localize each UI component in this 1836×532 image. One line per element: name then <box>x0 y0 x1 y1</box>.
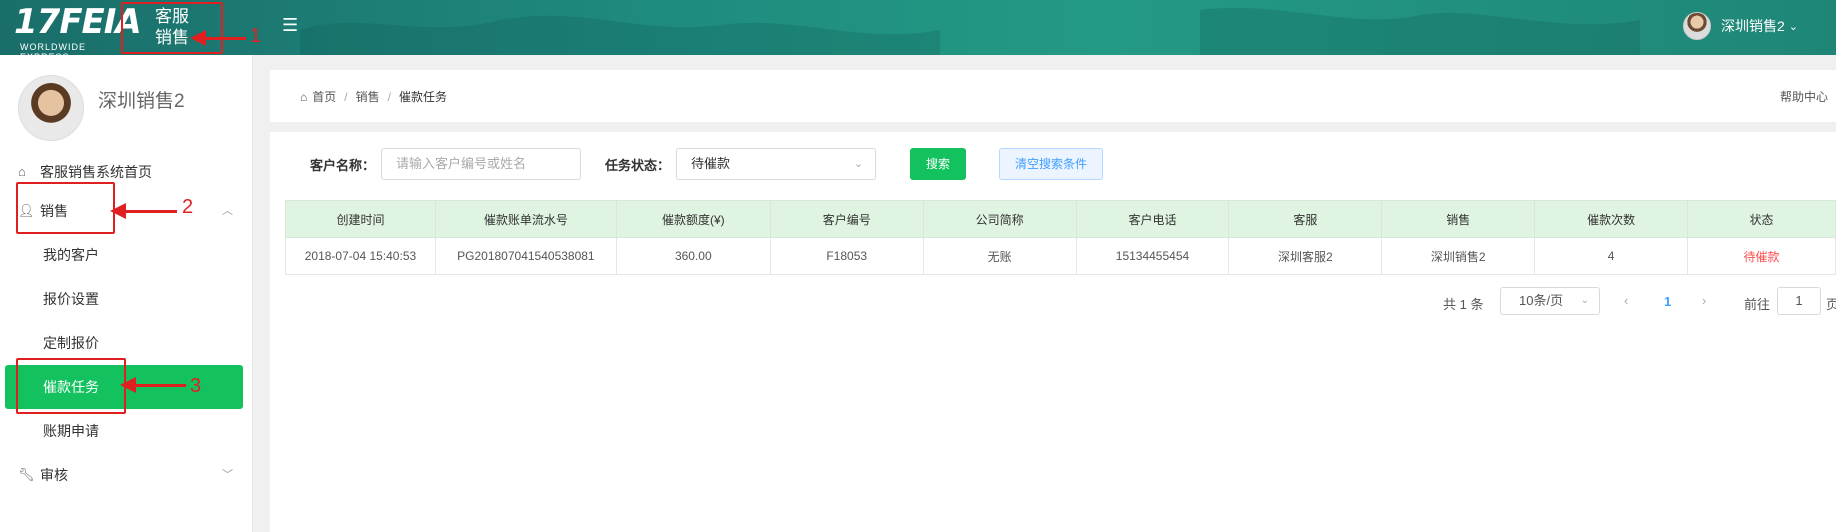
search-button[interactable]: 搜索 <box>910 148 967 180</box>
filter-bar: 客户名称： 请输入客户编号或姓名 任务状态： 待催款 ⌄ 搜索 清空搜索条件 <box>310 148 1104 180</box>
column-header: 公司简称 <box>922 200 1077 238</box>
annotation-number-1: 1 <box>250 25 262 47</box>
table-header-row: 创建时间 催款账单流水号 催款额度(¥) 客户编号 公司简称 客户电话 客服 销… <box>285 200 1836 238</box>
collection-task-table: 创建时间 催款账单流水号 催款额度(¥) 客户编号 公司简称 客户电话 客服 销… <box>285 200 1836 275</box>
breadcrumb-separator: / <box>344 89 348 104</box>
chevron-right-icon[interactable]: › <box>1702 293 1706 308</box>
table-cell: 2018-07-04 15:40:53 <box>285 237 436 275</box>
sidebar-item-credit-application[interactable]: 账期申请 <box>0 409 253 453</box>
user-name: 深圳销售2 <box>1720 18 1785 34</box>
avatar <box>1682 12 1711 40</box>
annotation-number-2: 2 <box>182 196 194 218</box>
help-center-link[interactable]: 帮助中心 <box>1780 88 1828 105</box>
clear-filters-button[interactable]: 清空搜索条件 <box>999 148 1104 180</box>
user-menu[interactable]: 深圳销售2 ⌄ <box>1682 12 1798 40</box>
table-cell: 深圳客服2 <box>1228 237 1383 275</box>
task-status-label: 任务状态： <box>605 157 671 173</box>
annotation-box-2 <box>16 182 115 234</box>
column-header: 状态 <box>1687 200 1836 238</box>
table-cell: 4 <box>1534 237 1689 275</box>
sidebar-item-label: 账期申请 <box>43 423 99 439</box>
hamburger-icon[interactable]: ☰ <box>282 15 298 36</box>
column-header: 客服 <box>1228 200 1383 238</box>
table-cell: 360.00 <box>615 237 771 275</box>
breadcrumb-section[interactable]: 销售 <box>356 88 380 105</box>
home-icon: ⌂ <box>300 89 308 104</box>
breadcrumb-home[interactable]: 首页 <box>312 88 336 105</box>
table-cell: 深圳销售2 <box>1381 237 1536 275</box>
chevron-up-icon: ︿ <box>222 205 233 217</box>
profile: 深圳销售2 <box>18 75 185 141</box>
page-size-value: 10条/页 <box>1519 293 1564 308</box>
annotation-arrow-2 <box>110 203 177 219</box>
sidebar-item-quote-settings[interactable]: 报价设置 <box>0 277 253 321</box>
column-header: 创建时间 <box>285 200 436 238</box>
avatar <box>18 75 84 141</box>
chevron-down-icon: ⌄ <box>853 158 864 170</box>
logo-subtext: WORLDWIDE EXPRESS <box>20 42 86 55</box>
sidebar-item-review[interactable]: 🔧︎ 审核 ﹀ <box>0 453 253 497</box>
sidebar-item-label: 报价设置 <box>43 291 99 307</box>
goto-label: 前往 <box>1744 297 1771 312</box>
main-content: 客户名称： 请输入客户编号或姓名 任务状态： 待催款 ⌄ 搜索 清空搜索条件 创… <box>270 132 1836 532</box>
task-status-value: 待催款 <box>691 156 731 171</box>
customer-search-input[interactable]: 请输入客户编号或姓名 <box>381 148 582 180</box>
world-map-background <box>300 7 1640 55</box>
sidebar-item-label: 定制报价 <box>43 335 99 351</box>
company-logo[interactable]: 17FEIA WORLDWIDE EXPRESS <box>8 2 142 55</box>
top-bar: 17FEIA WORLDWIDE EXPRESS 客服 销售 ☰ 深圳销售2 ⌄ <box>0 0 1836 55</box>
goto-page-input[interactable]: 1 <box>1777 287 1821 315</box>
breadcrumb-separator: / <box>387 89 391 104</box>
chevron-down-icon: ⌄ <box>1580 295 1589 306</box>
breadcrumb-current: 催款任务 <box>398 90 447 104</box>
pagination: 共 1 条 10条/页 ⌄ ‹ 1 › 前往 1 页 <box>270 287 1836 317</box>
column-header: 催款账单流水号 <box>434 200 617 238</box>
column-header: 客户电话 <box>1075 200 1230 238</box>
table-cell: 无账 <box>922 237 1077 275</box>
table-cell: 15134455454 <box>1075 237 1230 275</box>
column-header: 催款次数 <box>1534 200 1689 238</box>
table-cell: F18053 <box>769 237 924 275</box>
breadcrumb-bar: ⌂ 首页 / 销售 / 催款任务 帮助中心 <box>270 70 1836 122</box>
page-size-select[interactable]: 10条/页 ⌄ <box>1500 287 1600 315</box>
sidebar-item-label: 审核 <box>40 467 68 483</box>
annotation-arrow-1 <box>190 30 246 46</box>
chevron-down-icon: ﹀ <box>222 469 233 481</box>
table-cell: PG201807041540538081 <box>434 237 617 275</box>
table-row[interactable]: 2018-07-04 15:40:53 PG201807041540538081… <box>285 237 1836 275</box>
sidebar-item-my-customers[interactable]: 我的客户 <box>0 233 253 277</box>
annotation-number-3: 3 <box>190 375 202 397</box>
annotation-box-3 <box>16 358 126 414</box>
column-header: 销售 <box>1381 200 1536 238</box>
chevron-left-icon[interactable]: ‹ <box>1624 293 1628 308</box>
annotation-arrow-3 <box>120 377 186 393</box>
goto-suffix: 页 <box>1826 297 1836 312</box>
sidebar-item-label: 客服销售系统首页 <box>40 164 152 180</box>
status-badge: 待催款 <box>1687 237 1836 275</box>
annotation-box-1 <box>121 2 223 54</box>
sidebar: 深圳销售2 ⌂ 客服销售系统首页 👤︎ 销售 ︿ 我的客户 报价设置 定制报价 … <box>0 55 253 532</box>
profile-name: 深圳销售2 <box>98 90 185 112</box>
page-number[interactable]: 1 <box>1664 294 1671 309</box>
task-status-select[interactable]: 待催款 ⌄ <box>676 148 877 180</box>
sidebar-item-label: 我的客户 <box>43 247 99 263</box>
chevron-down-icon: ⌄ <box>1788 20 1798 33</box>
column-header: 催款额度(¥) <box>615 200 771 238</box>
wrench-icon: 🔧︎ <box>18 467 35 482</box>
pagination-total: 共 1 条 <box>1443 297 1484 312</box>
breadcrumb: ⌂ 首页 / 销售 / 催款任务 <box>300 88 447 105</box>
customer-name-label: 客户名称： <box>310 157 376 173</box>
column-header: 客户编号 <box>769 200 924 238</box>
